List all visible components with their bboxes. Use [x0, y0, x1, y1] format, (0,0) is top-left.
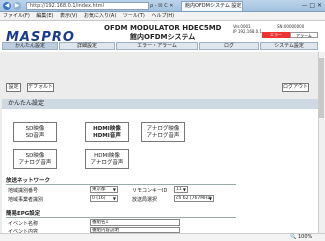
section-title: かんたん設定 — [2, 99, 318, 109]
chevron-down-icon: ▼ — [112, 196, 116, 201]
source-sd-sd-button[interactable]: SD映像 SD音声 — [13, 122, 57, 142]
forward-arrow-icon[interactable]: ▶ — [13, 2, 21, 10]
back-arrow-icon[interactable]: ◀ — [3, 2, 11, 10]
region-select[interactable]: 東京都 ▼ — [90, 186, 118, 193]
event-name-input[interactable]: 番組名1 — [90, 219, 180, 226]
tab-detail-settings[interactable]: 詳細設定 — [59, 42, 115, 50]
source-audio-label: アナログ音声 — [90, 160, 124, 166]
menu-item-edit[interactable]: 編集(E) — [36, 13, 53, 19]
scrollbar-thumb[interactable] — [319, 58, 324, 118]
source-hdmi-analog-button[interactable]: HDMI映像 アナログ音声 — [85, 149, 129, 169]
window-controls[interactable]: — □ ✕ — [290, 2, 324, 10]
channel-select[interactable]: ch 62 (767MHz) ▼ — [174, 195, 214, 202]
tab-easy-settings[interactable]: かんたん設定 — [2, 42, 58, 50]
source-audio-label: アナログ音声 — [146, 133, 180, 139]
operator-value: 0 (16) — [92, 196, 106, 201]
error-badge: エラー — [262, 32, 290, 38]
source-video-label: HDMI映像 — [94, 153, 120, 159]
source-video-label: SD映像 — [25, 153, 45, 159]
product-name: OFDM MODULATOR HDEC5MD — [104, 24, 222, 32]
zoom-level[interactable]: 100% — [298, 234, 312, 241]
app-header: MASPRO OFDM MODULATOR HDEC5MD 館内OFDMシステム… — [0, 21, 325, 52]
zoom-icon: 🔍 — [290, 234, 297, 240]
address-controls[interactable]: ρ - ☒ C ✕ — [150, 2, 180, 10]
operator-label: 地域事業者識別 — [8, 197, 44, 203]
epg-section-title: 簡易EPG設定 — [6, 211, 41, 217]
event-name-label: イベント名称 — [8, 221, 39, 227]
menu-item-view[interactable]: 表示(V) — [60, 13, 77, 19]
source-hdmi-hdmi-button[interactable]: HDMI映像 HDMI音声 — [85, 122, 129, 142]
network-section-title: 放送ネットワーク — [6, 178, 51, 184]
remote-key-select[interactable]: 11 ▼ — [174, 186, 188, 193]
remote-key-label: リモコンキーID — [132, 188, 168, 194]
version-info: Ver.0001 IP 192.168.0.1 — [233, 24, 263, 34]
source-analog-analog-button[interactable]: アナログ映像 アナログ音声 — [141, 122, 185, 142]
chevron-down-icon: ▼ — [182, 187, 186, 192]
channel-value: ch 62 (767MHz) — [176, 196, 212, 201]
remote-key-value: 11 — [176, 187, 182, 192]
settings-button[interactable]: 設定 — [6, 83, 21, 92]
system-name: 館内OFDMシステム — [130, 33, 196, 41]
source-video-label: SD映像 — [25, 126, 45, 132]
address-bar[interactable]: http://192.168.0.1/index.html — [26, 2, 149, 10]
section-divider — [6, 217, 236, 218]
channel-label: 放送局選択 — [132, 197, 158, 203]
menu-item-file[interactable]: ファイル(F) — [3, 13, 30, 19]
menu-item-help[interactable]: ヘルプ(H) — [151, 13, 174, 19]
region-value: 東京都 — [92, 187, 106, 192]
section-divider — [6, 184, 236, 185]
region-label: 地域識別番号 — [8, 188, 39, 194]
tab-system-settings[interactable]: システム設定 — [260, 42, 318, 50]
default-button[interactable]: デフォルト — [27, 83, 54, 92]
chevron-down-icon: ▼ — [112, 187, 116, 192]
tab-error-alarm[interactable]: エラー・アラーム — [116, 42, 198, 50]
menu-item-tools[interactable]: ツール(T) — [123, 13, 145, 19]
source-audio-label: HDMI音声 — [93, 133, 121, 139]
serial-number: SN:00000000 — [277, 24, 305, 29]
alarm-badge: アラーム — [290, 32, 318, 38]
source-audio-label: SD音声 — [25, 133, 45, 139]
source-sd-analog-button[interactable]: SD映像 アナログ音声 — [13, 149, 57, 169]
logout-button[interactable]: ログアウト — [282, 83, 309, 92]
source-video-label: HDMI映像 — [93, 126, 121, 132]
operator-select[interactable]: 0 (16) ▼ — [90, 195, 118, 202]
menu-item-favorites[interactable]: お気に入り(A) — [84, 13, 116, 19]
tab-log[interactable]: ログ — [199, 42, 259, 50]
browser-tab[interactable]: 館内OFDMシステム 設定 — [181, 1, 243, 11]
chevron-down-icon: ▼ — [208, 196, 212, 201]
menu-bar: ファイル(F) 編集(E) 表示(V) お気に入り(A) ツール(T) ヘルプ(… — [0, 12, 325, 21]
source-video-label: アナログ映像 — [146, 126, 180, 132]
status-bar: 🔍 100% — [0, 233, 325, 241]
source-audio-label: アナログ音声 — [18, 160, 52, 166]
